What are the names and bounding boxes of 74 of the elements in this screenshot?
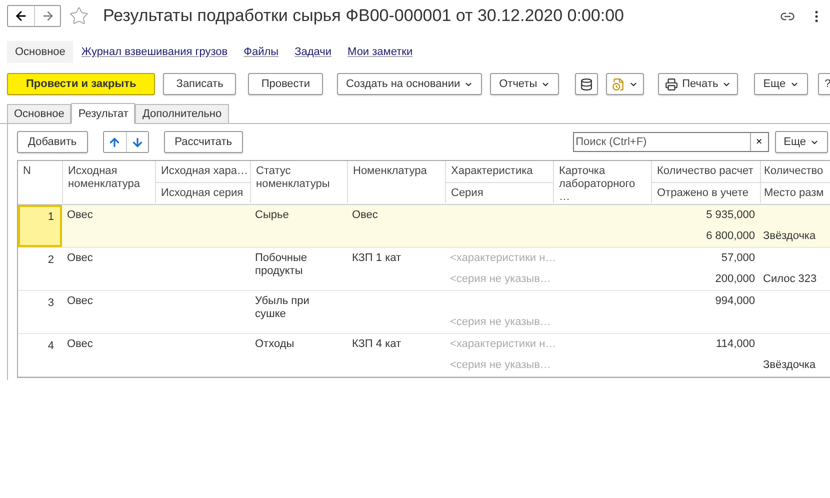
table-cell-text: Сырье bbox=[255, 209, 290, 222]
row-number: 3 bbox=[48, 297, 54, 309]
table-cell: 57,000 bbox=[721, 252, 755, 264]
menu-button[interactable]: Отчеты bbox=[490, 73, 560, 95]
table-cell-text: КЗП 4 кат bbox=[352, 338, 402, 351]
column-header[interactable]: N bbox=[23, 165, 57, 178]
table-cell: 6 800,000 bbox=[706, 230, 755, 242]
placeholder-text: <серия не указыв… bbox=[450, 273, 551, 285]
nav-link[interactable]: Задачи bbox=[286, 41, 340, 63]
more-button[interactable]: Еще bbox=[774, 131, 828, 153]
row-number: 1 bbox=[48, 211, 54, 223]
list-button[interactable] bbox=[575, 73, 598, 95]
column-header[interactable]: Исходная серия bbox=[161, 187, 245, 200]
down-arrow-icon bbox=[130, 136, 144, 148]
up-arrow-icon bbox=[108, 136, 122, 148]
placeholder-text: <характеристики н… bbox=[450, 252, 556, 264]
table-cell: Звёздочка bbox=[763, 230, 816, 242]
tab[interactable]: Дополнительно bbox=[135, 104, 229, 123]
nav-link[interactable]: Журнал взвешивания грузов bbox=[73, 41, 236, 63]
table-cell: Силос 323 bbox=[763, 273, 817, 285]
nav-link[interactable]: Мои заметки bbox=[340, 41, 421, 63]
column-header[interactable]: Место разм bbox=[764, 187, 827, 200]
add-button[interactable]: Добавить bbox=[17, 131, 88, 153]
document-clock-icon bbox=[612, 78, 626, 90]
tab[interactable]: Основное bbox=[7, 104, 72, 123]
window-title: Результаты подработки сырья ФВ00-000001 от 30.12.2020 0:00:00 bbox=[103, 6, 625, 26]
column-header[interactable]: Характеристика bbox=[451, 165, 548, 178]
placeholder-text: <характеристики н… bbox=[450, 338, 556, 350]
table-cell-text: Овес bbox=[67, 338, 94, 351]
help-button[interactable]: ? bbox=[818, 73, 830, 95]
document-clock-button[interactable] bbox=[606, 73, 644, 95]
column-header[interactable]: Серия bbox=[451, 187, 548, 200]
more-button[interactable]: Еще bbox=[754, 73, 808, 95]
column-header[interactable]: Исходная хара… bbox=[161, 165, 245, 178]
nav-link[interactable]: Файлы bbox=[236, 41, 287, 63]
column-header[interactable]: Количество расчет bbox=[657, 165, 755, 178]
table-cell-text: Отходы bbox=[255, 338, 296, 351]
row-number: 2 bbox=[48, 254, 54, 266]
table-cell: 200,000 bbox=[715, 273, 755, 285]
table-row[interactable]: 1 Овес Сырье Овес 5 935,000 6 800,000 Звёздочка bbox=[18, 205, 830, 248]
column-header[interactable]: Статус номенклатуры bbox=[256, 165, 342, 191]
move-down-button[interactable] bbox=[126, 132, 148, 152]
tab[interactable]: Результат bbox=[71, 103, 136, 124]
table-cell: 114,000 bbox=[716, 338, 755, 350]
search-field[interactable]: Поиск (Ctrl+F) × bbox=[572, 132, 769, 152]
row-number: 4 bbox=[48, 340, 54, 352]
nav-link[interactable]: Основное bbox=[7, 41, 74, 63]
printer-icon bbox=[665, 78, 678, 90]
database-icon bbox=[580, 78, 594, 90]
placeholder-text: <серия не указыв… bbox=[450, 316, 551, 328]
table-cell: 994,000 bbox=[715, 295, 755, 307]
calculate-button[interactable]: Рассчитать bbox=[164, 131, 244, 153]
column-header[interactable]: Карточка лабораторного … bbox=[559, 165, 646, 203]
command-button[interactable]: Записать bbox=[163, 73, 236, 95]
print-button[interactable]: Печать bbox=[658, 73, 738, 95]
star-icon[interactable] bbox=[69, 6, 89, 26]
forward-arrow-icon bbox=[40, 9, 54, 23]
table-cell-text: Овес bbox=[67, 252, 94, 265]
table-cell-text: Овес bbox=[352, 209, 379, 222]
column-header[interactable]: Исходная номенклатура bbox=[68, 165, 150, 191]
table-cell-text: Убыль при сушке bbox=[255, 295, 310, 321]
placeholder-text: <серия не указыв… bbox=[450, 359, 551, 371]
column-header[interactable]: Номенклатура bbox=[353, 165, 440, 178]
table-cell-text: Овес bbox=[67, 209, 94, 222]
table-cell: Звёздочка bbox=[763, 359, 816, 371]
column-header[interactable]: Отражено в учете bbox=[657, 187, 755, 200]
post-and-close-button[interactable]: Провести и закрыть bbox=[7, 73, 156, 95]
column-header[interactable]: Количество bbox=[764, 165, 827, 178]
menu-button[interactable]: Создать на основании bbox=[336, 73, 482, 95]
command-button[interactable]: Провести bbox=[248, 73, 323, 95]
table-cell: 5 935,000 bbox=[706, 209, 755, 221]
table-cell-text: КЗП 1 кат bbox=[352, 252, 402, 265]
table-cell-text: Овес bbox=[67, 295, 94, 308]
table-cell-text: Побочные продукты bbox=[255, 252, 308, 278]
